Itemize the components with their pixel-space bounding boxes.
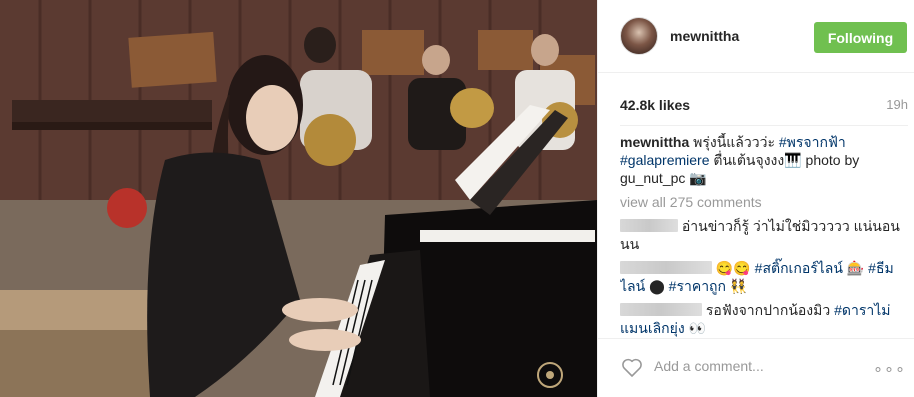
avatar[interactable] xyxy=(620,17,658,55)
comment-text: 🎰 xyxy=(846,260,869,276)
hashtag-link[interactable]: #galapremiere xyxy=(620,152,710,168)
post-photo[interactable] xyxy=(0,0,597,397)
blurred-username[interactable] xyxy=(620,261,712,274)
view-all-comments-link[interactable]: view all 275 comments xyxy=(620,193,908,211)
post-sidebar: mewnittha Following 42.8k likes 19h mewn… xyxy=(597,0,914,397)
caption-username[interactable]: mewnittha xyxy=(620,134,689,150)
comment-text: 😋😋 xyxy=(715,260,755,276)
more-options-icon[interactable]: ∘∘∘ xyxy=(873,359,906,379)
blurred-username[interactable] xyxy=(620,303,702,316)
post-header: mewnittha Following xyxy=(598,0,914,73)
comment-item: 😋😋 #สติ๊กเกอร์ไลน์ 🎰 #ธีมไลน์ ⬤ #ราคาถูก… xyxy=(620,259,908,295)
post-time[interactable]: 19h xyxy=(886,97,908,112)
blurred-username[interactable] xyxy=(620,219,678,232)
username-link[interactable]: mewnittha xyxy=(670,28,739,44)
caption-text: พรุ่งนี้แล้ววว่ะ xyxy=(693,134,779,150)
comment-text: 👀 xyxy=(688,320,707,336)
hashtag-link[interactable]: #ราคาถูก xyxy=(669,278,726,294)
comment-footer: ∘∘∘ xyxy=(598,338,914,397)
comment-item: รอฟังจากปากน้องมิว #ดาราไม่แมนเลิกยุ่ง 👀 xyxy=(620,301,908,337)
hashtag-link[interactable]: #สติ๊กเกอร์ไลน์ xyxy=(755,260,843,276)
comments-list: mewnittha พรุ่งนี้แล้ววว่ะ #พรจากฟ้า #ga… xyxy=(620,133,908,345)
caption: mewnittha พรุ่งนี้แล้ววว่ะ #พรจากฟ้า #ga… xyxy=(620,133,908,187)
comment-item: อ่านข่าวก็รู้ ว่าไม่ใช่มิววววว แน่นอนนน xyxy=(620,217,908,253)
comment-text: 👯 xyxy=(729,278,748,294)
heart-icon[interactable] xyxy=(620,355,644,379)
hashtag-link[interactable]: #พรจากฟ้า xyxy=(779,134,846,150)
likes-count[interactable]: 42.8k likes xyxy=(620,97,690,113)
divider xyxy=(620,125,908,126)
comment-text: รอฟังจากปากน้องมิว xyxy=(705,302,835,318)
add-comment-input[interactable] xyxy=(654,355,854,377)
photo-scene xyxy=(0,0,597,397)
following-button[interactable]: Following xyxy=(814,22,907,53)
comment-text: ⬤ xyxy=(649,278,669,294)
likes-row: 42.8k likes 19h xyxy=(620,97,908,117)
